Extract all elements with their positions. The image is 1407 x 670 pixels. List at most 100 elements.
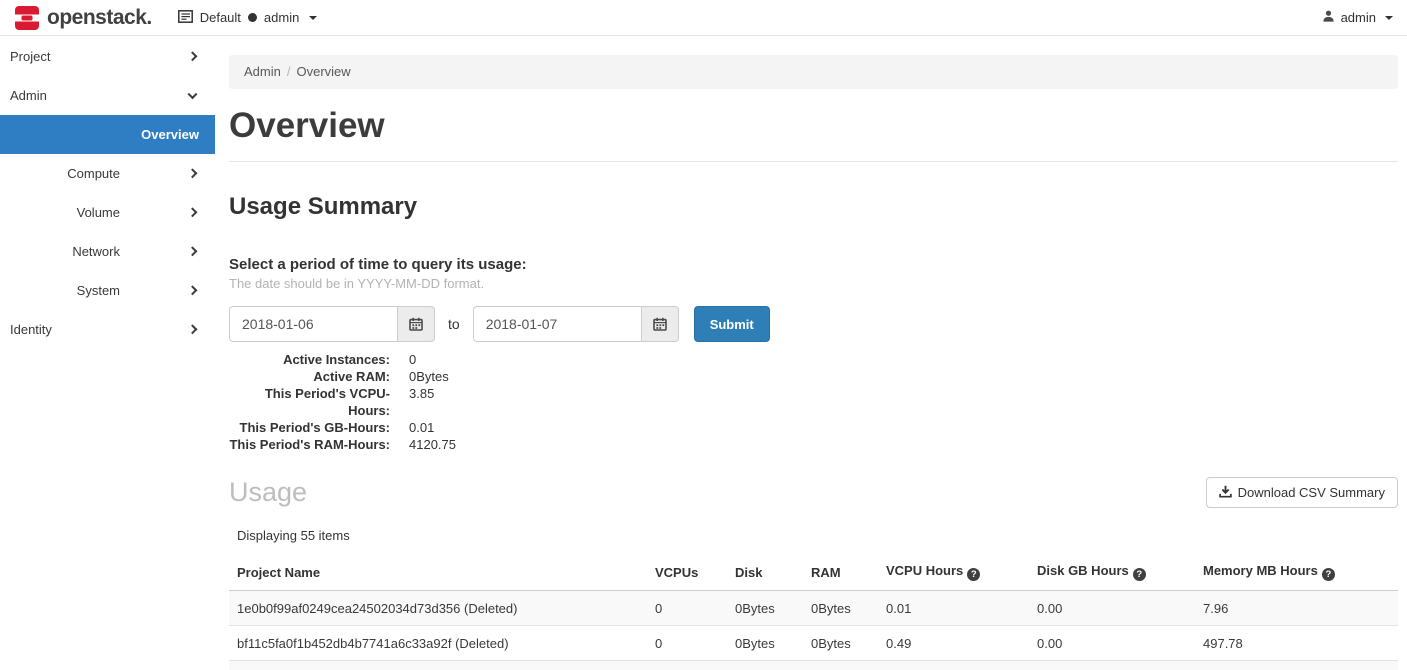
chevron-down-icon: [309, 16, 317, 20]
cell-disk-gb-hours: 0.00: [1029, 661, 1195, 670]
stat-value: 0: [409, 351, 416, 368]
stat-label: This Period's RAM-Hours:: [229, 436, 390, 453]
breadcrumb: Admin / Overview: [229, 55, 1398, 89]
sidebar-item-system[interactable]: System: [0, 271, 215, 310]
cell-vcpus: 0: [647, 591, 727, 626]
sidebar-item-compute[interactable]: Compute: [0, 154, 215, 193]
stat-active-ram: Active RAM: 0Bytes: [229, 368, 1398, 385]
download-csv-label: Download CSV Summary: [1238, 485, 1385, 500]
stat-gb-hours: This Period's GB-Hours: 0.01: [229, 419, 1398, 436]
cell-vcpu-hours: 0.49: [878, 626, 1029, 661]
col-memory-mb-hours: Memory MB Hours?: [1195, 554, 1398, 591]
sidebar-item-volume[interactable]: Volume: [0, 193, 215, 232]
stat-vcpu-hours: This Period's VCPU-Hours: 3.85: [229, 385, 1398, 419]
cell-memory-mb-hours: 7.96: [1195, 591, 1398, 626]
date-to-group: [473, 306, 679, 342]
date-to-input[interactable]: [473, 306, 641, 342]
sidebar-item-label: Admin: [10, 88, 47, 103]
stat-value: 0Bytes: [409, 368, 449, 385]
col-disk-gb-hours: Disk GB Hours?: [1029, 554, 1195, 591]
page-title: Overview: [229, 106, 1398, 146]
user-menu[interactable]: admin: [1322, 9, 1393, 26]
help-icon[interactable]: ?: [967, 568, 980, 581]
col-vcpus: VCPUs: [647, 554, 727, 591]
title-divider: [229, 161, 1398, 162]
context-switcher[interactable]: Default admin: [178, 10, 318, 26]
cell-vcpus: 0: [647, 626, 727, 661]
current-project: admin: [264, 10, 299, 25]
col-project-name: Project Name: [229, 554, 647, 591]
cell-disk-gb-hours: 0.00: [1029, 626, 1195, 661]
sidebar-item-identity[interactable]: Identity: [0, 310, 215, 349]
sidebar-item-project[interactable]: Project: [0, 37, 215, 76]
sidebar-item-label: Volume: [77, 205, 120, 220]
cell-memory-mb-hours: 497.78: [1195, 626, 1398, 661]
cell-disk: 0Bytes: [727, 591, 803, 626]
breadcrumb-overview: Overview: [296, 64, 350, 79]
col-ram: RAM: [803, 554, 878, 591]
help-icon[interactable]: ?: [1133, 568, 1146, 581]
calendar-icon[interactable]: [397, 306, 435, 342]
sidebar-item-label: System: [77, 283, 120, 298]
sidebar-item-label: Project: [10, 49, 50, 64]
table-row: bf11c5fa0f1b452db4b7741a6c33a92f (Delete…: [229, 626, 1398, 661]
cell-ram: 0Bytes: [803, 661, 878, 670]
user-name: admin: [1341, 10, 1376, 25]
cell-vcpu-hours: 0.01: [878, 591, 1029, 626]
usage-table-header: Usage Download CSV Summary: [229, 477, 1398, 508]
cell-ram: 0Bytes: [803, 591, 878, 626]
chevron-right-icon: [188, 324, 198, 334]
chevron-right-icon: [188, 285, 198, 295]
usage-table: Project Name VCPUs Disk RAM VCPU Hours? …: [229, 554, 1398, 670]
usage-period-form: to Submit: [229, 306, 1398, 342]
sidebar-item-network[interactable]: Network: [0, 232, 215, 271]
cell-project-name: 1e0b0f99af0249cea24502034d73d356 (Delete…: [229, 591, 647, 626]
sidebar-item-admin[interactable]: Admin: [0, 76, 215, 115]
stat-label: Active Instances:: [229, 351, 390, 368]
project-dot-icon: [248, 13, 257, 22]
stat-value: 3.85: [409, 385, 434, 419]
submit-button[interactable]: Submit: [694, 306, 770, 342]
main-content: Admin/Overview Overview Usage Summary Se…: [215, 36, 1407, 670]
usage-stats: Active Instances: 0 Active RAM: 0Bytes T…: [229, 351, 1398, 453]
date-format-hint: The date should be in YYYY-MM-DD format.: [229, 276, 1398, 291]
chevron-right-icon: [188, 51, 198, 61]
breadcrumb-admin: Admin: [244, 64, 281, 79]
table-header-row: Project Name VCPUs Disk RAM VCPU Hours? …: [229, 554, 1398, 591]
stat-active-instances: Active Instances: 0: [229, 351, 1398, 368]
user-icon: [1322, 9, 1335, 26]
brand-home-link[interactable]: openstack.: [14, 5, 152, 31]
period-prompt: Select a period of time to query its usa…: [229, 256, 1398, 273]
download-csv-button[interactable]: Download CSV Summary: [1206, 477, 1398, 508]
chevron-right-icon: [188, 168, 198, 178]
sidebar-item-overview[interactable]: Overview: [0, 115, 215, 154]
calendar-icon[interactable]: [641, 306, 679, 342]
current-domain: Default: [200, 10, 241, 25]
stat-label: This Period's VCPU-Hours:: [229, 385, 390, 419]
cell-vcpus: 0: [647, 661, 727, 670]
brand-text: openstack.: [47, 6, 152, 30]
cell-memory-mb-hours: 110.93: [1195, 661, 1398, 670]
date-from-input[interactable]: [229, 306, 397, 342]
date-from-group: [229, 306, 435, 342]
cell-disk: 0Bytes: [727, 661, 803, 670]
sidebar-item-label: Compute: [67, 166, 120, 181]
stat-label: Active RAM:: [229, 368, 390, 385]
sidebar: Project Admin Overview Compute Volume Ne…: [0, 36, 215, 670]
cell-disk-gb-hours: 0.00: [1029, 591, 1195, 626]
help-icon[interactable]: ?: [1322, 568, 1335, 581]
cell-vcpu-hours: 0.11: [878, 661, 1029, 670]
chevron-right-icon: [188, 246, 198, 256]
stat-label: This Period's GB-Hours:: [229, 419, 390, 436]
chevron-down-icon: [188, 89, 198, 99]
sidebar-item-label: Identity: [10, 322, 52, 337]
cell-project-name: ea1f2f357c09465eb6991edf7079efbe (Delete…: [229, 661, 647, 670]
domain-icon: [178, 10, 193, 26]
sidebar-item-label: Overview: [141, 127, 199, 142]
chevron-right-icon: [188, 207, 198, 217]
breadcrumb-separator: /: [287, 64, 291, 79]
chevron-down-icon: [1385, 16, 1393, 20]
stat-value: 4120.75: [409, 436, 456, 453]
usage-table-title: Usage: [229, 477, 307, 508]
table-row: 1e0b0f99af0249cea24502034d73d356 (Delete…: [229, 591, 1398, 626]
